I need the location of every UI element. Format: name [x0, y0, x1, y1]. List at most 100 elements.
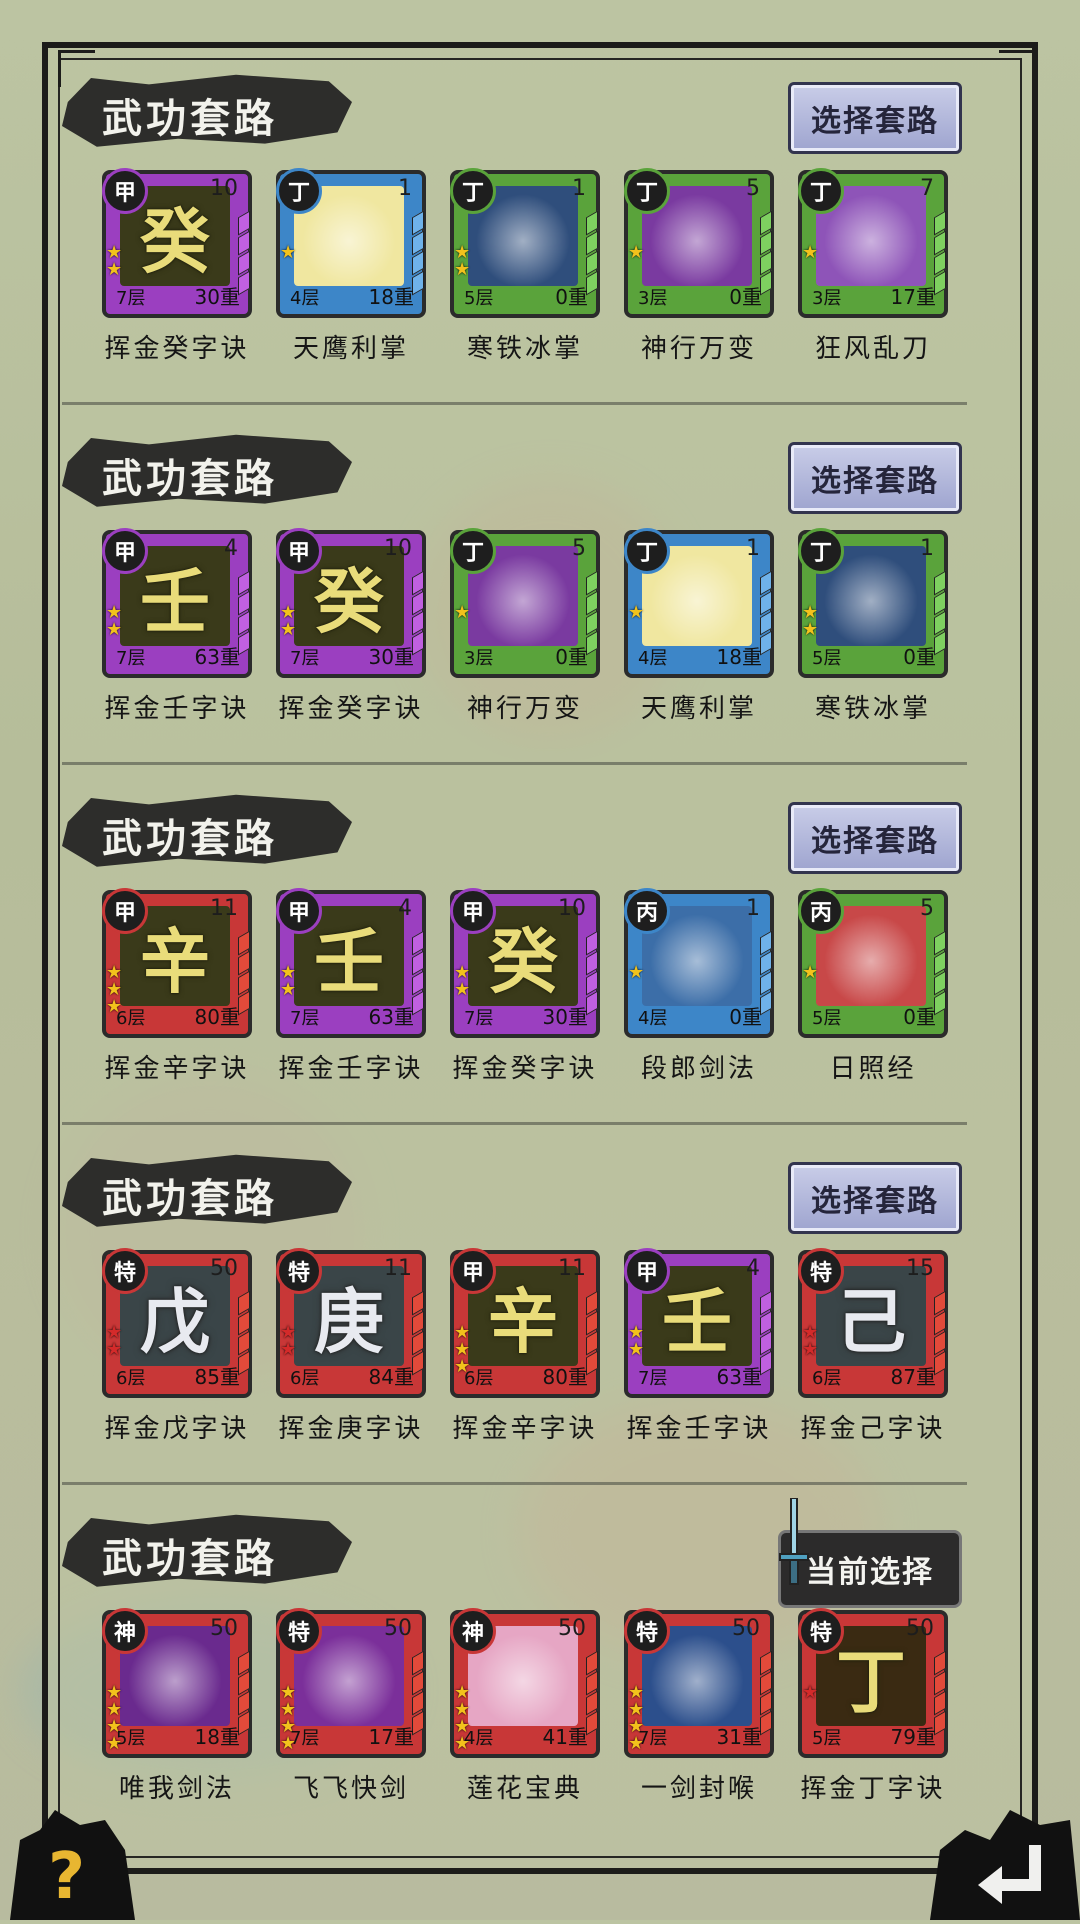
section-title: 武功套路 [102, 815, 278, 862]
skill-layer: 7层 [638, 1728, 668, 1749]
skill-glyph: 癸 [488, 919, 558, 1003]
grade-badge: 丁 [624, 528, 670, 574]
star-icon: ★ [628, 602, 645, 623]
select-set-button[interactable]: 选择套路 [788, 1162, 962, 1234]
select-set-button[interactable]: 选择套路 [788, 442, 962, 514]
skill-card[interactable]: 辛甲 11 ★ ★ ★ 6层 80重 挥金辛字诀 [102, 888, 256, 1085]
skill-card[interactable]: 特 50 ★ ★ ★ ★ 7层 17重 飞飞快剑 [276, 1608, 430, 1805]
section-title: 武功套路 [102, 1535, 278, 1582]
skill-card[interactable]: 庚特 11 ★ ★ 6层 84重 挥金庚字诀 [276, 1248, 430, 1445]
skill-weight: 30重 [194, 285, 240, 309]
skill-layer: 5层 [464, 288, 494, 309]
skill-name: 挥金丁字诀 [800, 1774, 946, 1804]
skill-set-section: 武功套路 当前选择神 50 ★ ★ ★ ★ 5层 18重 唯我剑法特 50 ★ ★ ★ ★ 7层 17重 飞飞快剑… [62, 1498, 962, 1850]
skill-card[interactable]: 辛甲 11 ★ ★ ★ 6层 80重 挥金辛字诀 [450, 1248, 604, 1445]
grade-badge: 甲 [102, 168, 148, 214]
skill-glyph: 辛 [488, 1279, 558, 1363]
grade-badge: 甲 [102, 528, 148, 574]
star-icon: ★ [802, 1339, 819, 1360]
skill-glyph: 癸 [140, 199, 210, 283]
skill-weight: 30重 [542, 1005, 588, 1029]
skill-card[interactable]: 特 50 ★ ★ ★ ★ 7层 31重 一剑封喉 [624, 1608, 778, 1805]
skill-level: 1 [746, 896, 760, 921]
skill-glyph: 壬 [140, 559, 210, 643]
skill-level: 50 [906, 1616, 934, 1641]
skill-card[interactable]: 神 50 ★ ★ ★ ★ 4层 41重 莲花宝典 [450, 1608, 604, 1805]
star-icon: ★ [280, 619, 297, 640]
skill-card[interactable]: 丁 7 ★ 3层 17重 狂风乱刀 [798, 168, 952, 365]
skill-card[interactable]: 壬甲 4 ★ ★ 7层 63重 挥金壬字诀 [102, 528, 256, 725]
skill-weight: 31重 [716, 1725, 762, 1749]
skill-name: 飞飞快剑 [292, 1774, 409, 1804]
skill-glyph: 壬 [314, 919, 384, 1003]
skill-level: 1 [746, 536, 760, 561]
skill-level: 4 [746, 1256, 760, 1281]
skill-name: 挥金癸字诀 [452, 1054, 598, 1084]
skill-card[interactable]: 丁 5 ★ 3层 0重 神行万变 [450, 528, 604, 725]
skill-weight: 63重 [368, 1005, 414, 1029]
skill-card[interactable]: 丁 5 ★ 3层 0重 神行万变 [624, 168, 778, 365]
star-icon: ★ [802, 962, 819, 983]
skill-card[interactable]: 癸甲 10 ★ ★ 7层 30重 挥金癸字诀 [450, 888, 604, 1085]
skill-card[interactable]: 戊特 50 ★ ★ 6层 85重 挥金戊字诀 [102, 1248, 256, 1445]
skill-name: 寒铁冰掌 [814, 694, 931, 724]
skill-weight: 0重 [555, 645, 588, 669]
skill-card[interactable]: 丁 1 ★ ★ 5层 0重 寒铁冰掌 [798, 528, 952, 725]
skill-weight: 0重 [555, 285, 588, 309]
skill-weight: 80重 [194, 1005, 240, 1029]
skill-name: 挥金辛字诀 [452, 1414, 598, 1444]
skill-name: 一剑封喉 [640, 1774, 757, 1804]
skill-name: 日照经 [829, 1054, 917, 1084]
skill-card[interactable]: 丁 1 ★ 4层 18重 天鹰利掌 [624, 528, 778, 725]
skill-layer: 6层 [116, 1008, 146, 1029]
back-button[interactable] [930, 1770, 1080, 1920]
grade-badge: 特 [276, 1248, 322, 1294]
skill-glyph: 戊 [140, 1279, 210, 1363]
skill-card[interactable]: 丙 1 ★ 4层 0重 段郎剑法 [624, 888, 778, 1085]
skill-name: 挥金戊字诀 [104, 1414, 250, 1444]
skill-level: 4 [224, 536, 238, 561]
skill-glyph: 辛 [140, 919, 210, 1003]
skill-set-section: 武功套路 选择套路壬甲 4 ★ ★ 7层 63重 挥金壬字诀癸甲 10 ★ ★ 7层 30重 挥金癸字诀丁… [62, 430, 962, 770]
skill-card[interactable]: 丁 1 ★ 4层 18重 天鹰利掌 [276, 168, 430, 365]
skill-glyph: 丁 [836, 1639, 906, 1723]
skill-glyph: 壬 [662, 1279, 732, 1363]
help-button[interactable]: ? [0, 1770, 140, 1920]
skill-layer: 7层 [116, 648, 146, 669]
grade-badge: 甲 [102, 888, 148, 934]
skill-weight: 63重 [194, 645, 240, 669]
skill-card[interactable]: 丁 1 ★ ★ 5层 0重 寒铁冰掌 [450, 168, 604, 365]
skill-glyph: 庚 [314, 1279, 384, 1363]
skill-layer: 6层 [116, 1368, 146, 1389]
select-set-button[interactable]: 选择套路 [788, 802, 962, 874]
grade-badge: 特 [624, 1608, 670, 1654]
svg-text:?: ? [48, 1840, 85, 1914]
skill-weight: 87重 [890, 1365, 936, 1389]
skill-level: 1 [572, 176, 586, 201]
star-icon: ★ [454, 259, 471, 280]
grade-badge: 神 [102, 1608, 148, 1654]
skill-name: 狂风乱刀 [814, 334, 931, 364]
skill-weight: 0重 [729, 1005, 762, 1029]
skill-name: 挥金癸字诀 [278, 694, 424, 724]
skill-card[interactable]: 癸甲 10 ★ ★ 7层 30重 挥金癸字诀 [276, 528, 430, 725]
skill-name: 寒铁冰掌 [466, 334, 583, 364]
grade-badge: 丁 [450, 528, 496, 574]
skill-level: 4 [398, 896, 412, 921]
skill-weight: 84重 [368, 1365, 414, 1389]
skill-card[interactable]: 壬甲 4 ★ ★ 7层 63重 挥金壬字诀 [624, 1248, 778, 1445]
skill-card[interactable]: 丙 5 ★ 5层 0重 日照经 [798, 888, 952, 1085]
skill-card[interactable]: 己特 15 ★ ★ 6层 87重 挥金己字诀 [798, 1248, 952, 1445]
grade-badge: 甲 [276, 888, 322, 934]
section-title: 武功套路 [102, 95, 278, 142]
select-set-button[interactable]: 选择套路 [788, 82, 962, 154]
skill-level: 50 [732, 1616, 760, 1641]
skill-name: 段郎剑法 [640, 1054, 757, 1084]
skill-card[interactable]: 癸甲 10 ★ ★ 7层 30重 挥金癸字诀 [102, 168, 256, 365]
skill-name: 神行万变 [640, 334, 757, 364]
skill-layer: 5层 [812, 1728, 842, 1749]
skill-card[interactable]: 壬甲 4 ★ ★ 7层 63重 挥金壬字诀 [276, 888, 430, 1085]
skill-name: 天鹰利掌 [640, 694, 757, 724]
skill-level: 1 [398, 176, 412, 201]
skill-card[interactable]: 丁特 50 ★ 5层 79重 挥金丁字诀 [798, 1608, 952, 1805]
